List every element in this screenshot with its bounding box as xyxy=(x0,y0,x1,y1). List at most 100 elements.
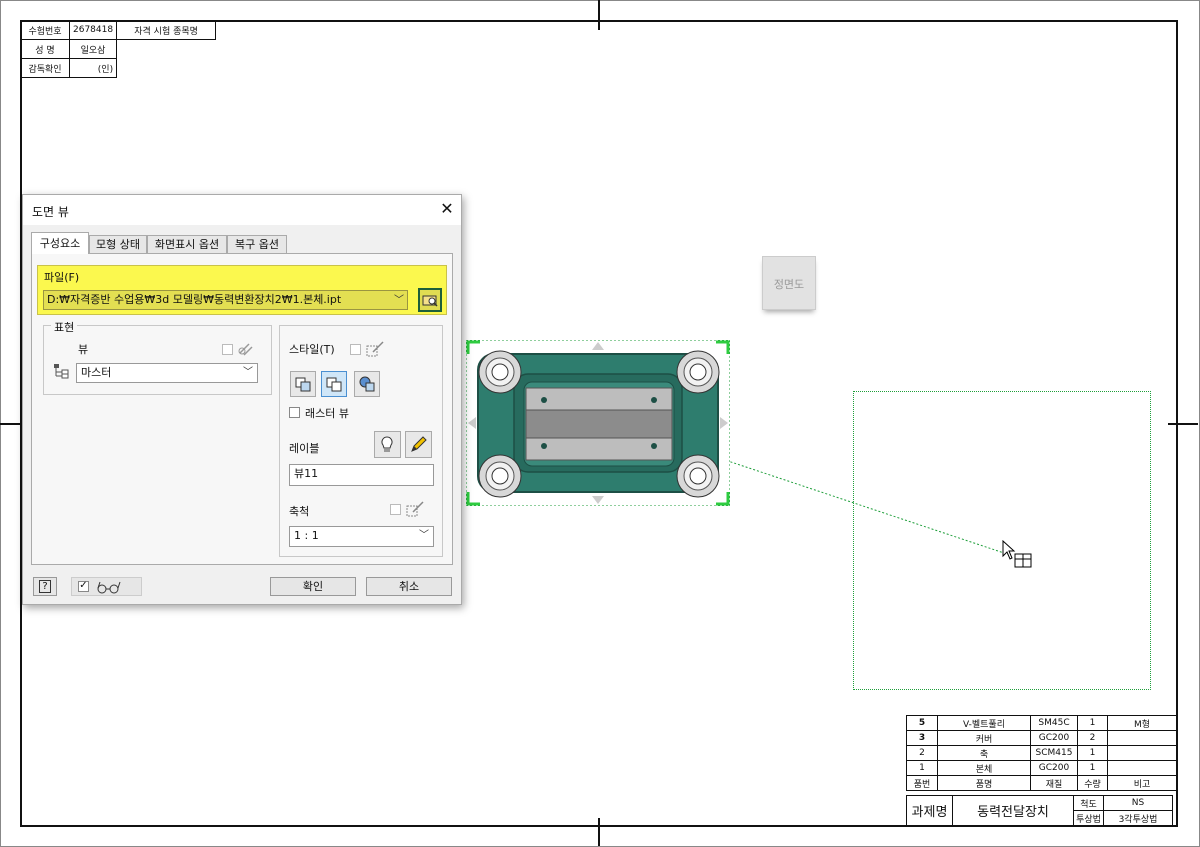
file-label: 파일(F) xyxy=(44,271,80,284)
chevron-down-icon: ﹀ xyxy=(394,295,404,306)
title-block: 과제명 동력전달장치 척도 NS 투상법 3각투상법 xyxy=(906,795,1173,826)
bom-cell: 축 xyxy=(937,745,1031,761)
center-mark-bottom xyxy=(598,818,600,846)
style-hidden-line-removed-button[interactable] xyxy=(321,371,347,397)
close-icon[interactable]: ✕ xyxy=(437,199,457,219)
scale-label: 척도 xyxy=(1073,795,1104,811)
center-mark-top xyxy=(598,0,600,30)
pencil-icon xyxy=(411,436,427,452)
candidate-table: 수험번호 2678418 자격 시험 종목명 성 명 일오삼 감독확인 (인) xyxy=(20,20,217,78)
raster-view-checkbox[interactable] xyxy=(289,407,300,418)
representation-label: 표현 xyxy=(51,319,78,335)
project-label: 과제명 xyxy=(906,795,953,826)
style-hidden-line-button[interactable] xyxy=(290,371,316,397)
scale-checkbox[interactable] xyxy=(390,504,401,515)
label-label: 레이블 xyxy=(289,442,320,455)
hidden-line-icon xyxy=(295,377,311,392)
bom-header: 품명 xyxy=(937,775,1031,791)
bom-cell xyxy=(1107,745,1177,761)
file-path: D:₩자격증반 수업용₩3d 모델링₩동력변환장치2₩1.본체.ipt xyxy=(47,293,342,306)
supervisor-label: 감독확인 xyxy=(20,58,70,78)
scale-value: NS xyxy=(1103,795,1173,811)
tree-icon xyxy=(54,364,69,379)
bom-cell xyxy=(1107,730,1177,746)
preview-toggle[interactable]: ✓ xyxy=(71,577,142,596)
bom-cell: 2 xyxy=(906,745,938,761)
representation-group xyxy=(43,325,272,395)
bom-cell: GC200 xyxy=(1030,760,1078,776)
label-input[interactable]: 뷰11 xyxy=(289,464,434,486)
exam-no-label: 수험번호 xyxy=(20,20,70,40)
bom-table: 5 V-벨트풀리 SM45C 1 M형 3 커버 GC200 2 2 축 SCM… xyxy=(906,715,1177,791)
cancel-button[interactable]: 취소 xyxy=(366,577,452,596)
bom-cell: SCM415 xyxy=(1030,745,1078,761)
ok-button[interactable]: 확인 xyxy=(270,577,356,596)
cursor-icon xyxy=(1002,540,1032,568)
drawing-view-dialog: 도면 뷰 ✕ 구성요소 모형 상태 화면표시 옵션 복구 옵션 파일(F) D:… xyxy=(22,194,462,605)
lightbulb-icon xyxy=(381,436,393,452)
bom-cell xyxy=(1107,760,1177,776)
label-visibility-button[interactable] xyxy=(374,431,401,458)
view-select[interactable]: 마스터 ﹀ xyxy=(76,363,258,383)
tab-components[interactable]: 구성요소 xyxy=(31,232,89,254)
bom-cell: 1 xyxy=(1077,745,1108,761)
projection-label: 투상법 xyxy=(1073,810,1104,826)
link-icon xyxy=(238,343,253,356)
bom-header: 재질 xyxy=(1030,775,1078,791)
preview-checkbox[interactable]: ✓ xyxy=(78,581,89,592)
bom-cell: 1 xyxy=(1077,760,1108,776)
table-row: 1 본체 GC200 1 xyxy=(906,760,1177,776)
bom-cell: V-벨트풀리 xyxy=(937,715,1031,731)
scale-select[interactable]: 1 : 1 ﹀ xyxy=(289,526,434,547)
dialog-titlebar[interactable] xyxy=(23,195,461,225)
bom-cell: 커버 xyxy=(937,730,1031,746)
project-name: 동력전달장치 xyxy=(952,795,1074,826)
style-checkbox[interactable] xyxy=(350,344,361,355)
bom-header: 품번 xyxy=(906,775,938,791)
part-body-image xyxy=(466,340,730,506)
file-section: 파일(F) D:₩자격증반 수업용₩3d 모델링₩동력변환장치2₩1.본체.ip… xyxy=(37,265,447,315)
chevron-down-icon: ﹀ xyxy=(419,530,429,541)
bom-cell: 2 xyxy=(1077,730,1108,746)
help-icon: ? xyxy=(39,580,51,593)
bom-cell: SM45C xyxy=(1030,715,1078,731)
candidate-name: 일오삼 xyxy=(68,39,118,59)
bom-header-row: 품번 품명 재질 수량 비고 xyxy=(906,775,1177,791)
style-shaded-button[interactable] xyxy=(354,371,380,397)
file-path-combo[interactable]: D:₩자격증반 수업용₩3d 모델링₩동력변환장치2₩1.본체.ipt ﹀ xyxy=(43,290,408,310)
tab-recovery-options[interactable]: 복구 옵션 xyxy=(227,235,287,253)
shaded-icon xyxy=(359,376,375,392)
exam-no: 2678418 xyxy=(68,20,118,40)
help-button[interactable]: ? xyxy=(33,577,57,596)
glasses-icon xyxy=(97,581,121,594)
edit-label-button[interactable] xyxy=(405,431,432,458)
bom-header: 비고 xyxy=(1107,775,1177,791)
dialog-title: 도면 뷰 xyxy=(32,205,69,219)
seal: (인) xyxy=(68,58,118,78)
event-label: 자격 시험 종목명 xyxy=(116,20,217,40)
front-view-marker-label: 정면도 xyxy=(773,278,805,291)
raster-view-label: 래스터 뷰 xyxy=(305,407,349,420)
bom-header: 수량 xyxy=(1077,775,1108,791)
scale-value: 1 : 1 xyxy=(294,529,319,542)
bom-cell: 5 xyxy=(906,715,938,731)
view-checkbox[interactable] xyxy=(222,344,233,355)
bom-cell: GC200 xyxy=(1030,730,1078,746)
table-row: 3 커버 GC200 2 xyxy=(906,730,1177,746)
center-mark-right xyxy=(1168,423,1198,425)
browse-file-button[interactable] xyxy=(418,288,442,312)
chevron-down-icon: ﹀ xyxy=(243,367,253,378)
label-value: 뷰11 xyxy=(294,467,319,480)
scale-label: 축척 xyxy=(289,505,310,518)
bom-cell: 1 xyxy=(1077,715,1108,731)
bom-cell: 1 xyxy=(906,760,938,776)
front-view-marker[interactable]: 정면도 xyxy=(762,256,816,310)
view-value: 마스터 xyxy=(81,366,112,379)
table-row: 5 V-벨트풀리 SM45C 1 M형 xyxy=(906,715,1177,731)
part-view[interactable] xyxy=(466,340,730,506)
tab-display-options[interactable]: 화면표시 옵션 xyxy=(147,235,227,253)
bom-cell: 3 xyxy=(906,730,938,746)
tab-model-state[interactable]: 모형 상태 xyxy=(89,235,147,253)
name-label: 성 명 xyxy=(20,39,70,59)
bom-cell: M형 xyxy=(1107,715,1177,731)
